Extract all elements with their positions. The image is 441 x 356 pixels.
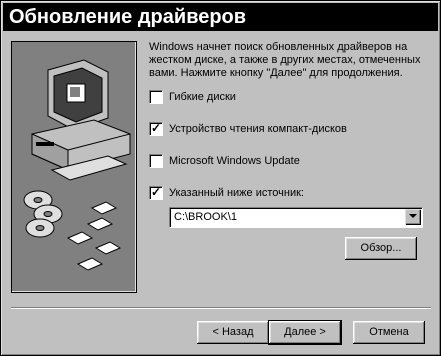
next-button[interactable]: Далее > bbox=[268, 320, 342, 345]
specific-location-label: Указанный ниже источник: bbox=[169, 187, 304, 199]
cd-drive-label: Устройство чтения компакт-дисков bbox=[169, 123, 347, 135]
check-mark-icon: ✓ bbox=[151, 121, 162, 135]
windows-update-label: Microsoft Windows Update bbox=[169, 155, 300, 167]
window-title: Обновление драйверов bbox=[9, 6, 247, 28]
checkbox-box[interactable]: ✓ bbox=[149, 185, 163, 200]
checkbox-box[interactable] bbox=[149, 154, 163, 168]
instructions-text: Windows начнет поиск обновленных драйвер… bbox=[149, 41, 421, 79]
back-button[interactable]: < Назад bbox=[197, 321, 269, 344]
cancel-button[interactable]: Отмена bbox=[353, 321, 425, 344]
computer-and-disks-icon bbox=[23, 59, 131, 271]
browse-button[interactable]: Обзор... bbox=[345, 237, 417, 260]
title-bar: Обновление драйверов bbox=[3, 3, 438, 31]
checkbox-box[interactable] bbox=[149, 90, 163, 104]
chevron-down-icon bbox=[409, 214, 417, 218]
dropdown-arrow-button[interactable] bbox=[405, 209, 421, 225]
checkbox-box[interactable]: ✓ bbox=[149, 121, 163, 136]
location-combobox[interactable]: C:\BROOK\1 bbox=[169, 207, 423, 228]
wizard-illustration bbox=[11, 41, 137, 293]
location-value: C:\BROOK\1 bbox=[174, 211, 237, 223]
divider bbox=[11, 307, 431, 309]
driver-update-dialog: Обновление драйверов Windows начнет поис… bbox=[0, 0, 441, 356]
floppy-disks-label: Гибкие диски bbox=[169, 91, 236, 103]
check-mark-icon: ✓ bbox=[151, 185, 162, 199]
